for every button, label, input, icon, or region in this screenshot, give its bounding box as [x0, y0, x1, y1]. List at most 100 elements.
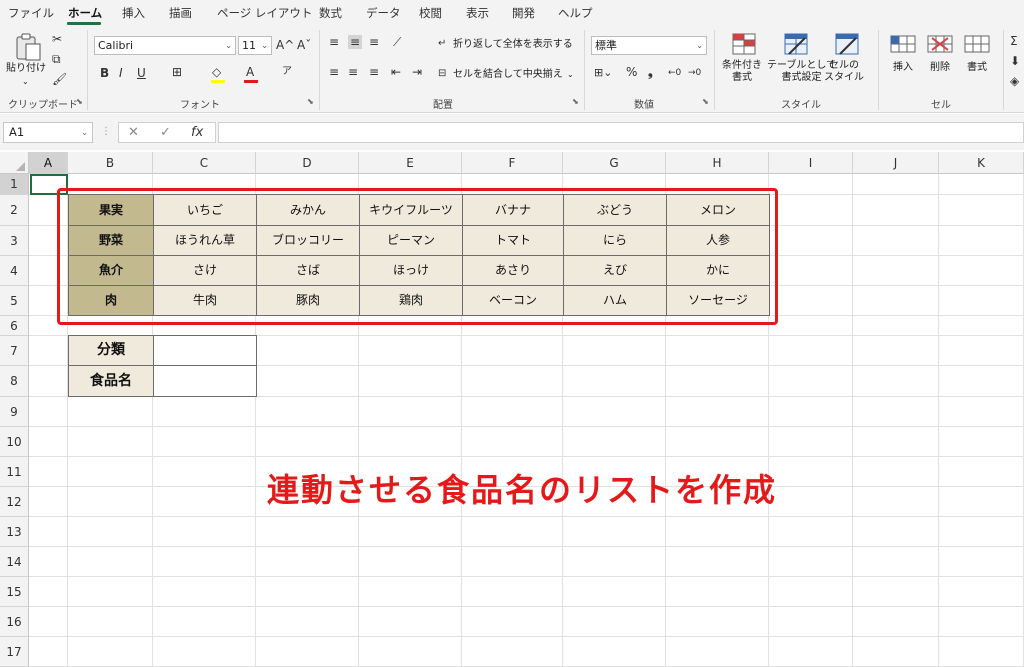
delete-cells-button[interactable]: 削除: [930, 62, 950, 74]
format-painter-icon[interactable]: 🖌: [52, 72, 67, 86]
phonetic-icon[interactable]: ア: [282, 65, 292, 79]
row-header[interactable]: 12: [0, 487, 29, 517]
orientation-icon[interactable]: ⟋: [393, 35, 401, 49]
tab-page-layout[interactable]: ページ レイアウト: [217, 5, 312, 21]
align-right-icon[interactable]: ≡: [369, 65, 379, 79]
paste-button[interactable]: [10, 32, 44, 62]
row-header[interactable]: 9: [0, 397, 29, 427]
column-header[interactable]: F: [462, 152, 563, 174]
classification-input[interactable]: [153, 335, 257, 366]
font-color-icon[interactable]: A: [246, 65, 254, 79]
currency-icon[interactable]: ⊞⌄: [594, 66, 612, 80]
format-cells-icon[interactable]: [963, 32, 991, 56]
column-header[interactable]: A: [29, 152, 68, 174]
alignment-launcher-icon[interactable]: ⬊: [572, 97, 579, 106]
row-header[interactable]: 13: [0, 517, 29, 547]
row-header[interactable]: 16: [0, 607, 29, 637]
comma-button[interactable]: ❟: [648, 65, 653, 79]
row-header[interactable]: 1: [0, 174, 29, 195]
food-name-input[interactable]: [153, 365, 257, 397]
conditional-formatting-button[interactable]: 条件付き 書式: [722, 60, 762, 84]
align-middle-icon[interactable]: ≡: [348, 35, 363, 49]
align-top-icon[interactable]: ≡: [329, 35, 339, 49]
row-header[interactable]: 15: [0, 577, 29, 607]
row-header[interactable]: 5: [0, 286, 29, 316]
tab-review[interactable]: 校閲: [419, 5, 442, 21]
decrease-indent-icon[interactable]: ⇤: [391, 65, 401, 79]
align-left-icon[interactable]: ≡: [329, 65, 339, 79]
increase-decimal-icon[interactable]: ←0: [668, 66, 681, 80]
cut-icon[interactable]: ✂: [52, 32, 62, 46]
row-header[interactable]: 17: [0, 637, 29, 667]
insert-cells-button[interactable]: 挿入: [893, 62, 913, 74]
tab-data[interactable]: データ: [366, 5, 401, 21]
tab-developer[interactable]: 開発: [512, 5, 535, 21]
conditional-formatting-icon[interactable]: [731, 32, 757, 56]
grow-font-button[interactable]: A^: [276, 38, 294, 52]
insert-function-icon[interactable]: fx: [191, 125, 203, 140]
autosum-icon[interactable]: Σ: [1010, 34, 1018, 48]
column-header[interactable]: K: [939, 152, 1024, 174]
borders-icon[interactable]: ⊞: [172, 65, 182, 79]
fill-icon[interactable]: ⬇: [1010, 54, 1020, 68]
copy-icon[interactable]: ⧉: [52, 52, 61, 66]
underline-button[interactable]: U: [137, 66, 146, 80]
font-size-combo[interactable]: 11 ⌄: [238, 36, 272, 55]
font-launcher-icon[interactable]: ⬊: [307, 97, 314, 106]
paste-dropdown-icon[interactable]: ⌄: [22, 76, 29, 88]
align-center-icon[interactable]: ≡: [348, 65, 358, 79]
name-box[interactable]: A1 ⌄: [3, 122, 93, 143]
merge-center-icon[interactable]: ⊟: [438, 67, 446, 81]
tab-formulas[interactable]: 数式: [319, 5, 342, 21]
clipboard-launcher-icon[interactable]: ⬊: [76, 97, 83, 106]
fill-color-icon[interactable]: ◇: [212, 65, 221, 79]
insert-cells-icon[interactable]: [889, 32, 917, 56]
tab-insert[interactable]: 挿入: [122, 5, 145, 21]
tab-file[interactable]: ファイル: [8, 5, 54, 21]
column-header[interactable]: D: [256, 152, 359, 174]
row-header[interactable]: 3: [0, 226, 29, 256]
column-header[interactable]: G: [563, 152, 666, 174]
cancel-icon[interactable]: ✕: [128, 125, 139, 140]
row-header[interactable]: 4: [0, 256, 29, 286]
increase-indent-icon[interactable]: ⇥: [412, 65, 422, 79]
number-launcher-icon[interactable]: ⬊: [702, 97, 709, 106]
tab-view[interactable]: 表示: [466, 5, 489, 21]
chevron-down-icon[interactable]: ⌄: [567, 69, 574, 81]
worksheet-grid[interactable]: A B C D E F G H I J K 1 2 3 4 5 6 7 8 9 10 11 12 13 1…: [0, 152, 1024, 667]
row-header[interactable]: 2: [0, 195, 29, 226]
percent-button[interactable]: %: [626, 65, 637, 79]
wrap-text-button[interactable]: 折り返して全体を表示する: [453, 39, 573, 51]
cell-styles-button[interactable]: セルの スタイル: [824, 60, 864, 84]
column-header[interactable]: I: [769, 152, 853, 174]
merge-center-button[interactable]: セルを結合して中央揃え: [453, 69, 563, 81]
number-format-combo[interactable]: 標準 ⌄: [591, 36, 707, 55]
tab-help[interactable]: ヘルプ: [558, 5, 593, 21]
cell-styles-icon[interactable]: [834, 32, 860, 56]
wrap-text-icon[interactable]: ↵: [438, 37, 446, 51]
column-header[interactable]: J: [853, 152, 939, 174]
select-all-button[interactable]: [0, 152, 29, 174]
classification-label[interactable]: 分類: [68, 335, 154, 366]
column-header[interactable]: B: [68, 152, 153, 174]
clear-icon[interactable]: ◈: [1010, 74, 1019, 88]
tab-draw[interactable]: 描画: [169, 5, 192, 21]
font-name-combo[interactable]: Calibri ⌄: [94, 36, 236, 55]
row-header[interactable]: 6: [0, 316, 29, 336]
align-bottom-icon[interactable]: ≡: [369, 35, 379, 49]
row-header[interactable]: 8: [0, 366, 29, 397]
decrease-decimal-icon[interactable]: →0: [688, 66, 701, 80]
row-header[interactable]: 11: [0, 457, 29, 487]
enter-icon[interactable]: ✓: [160, 125, 171, 140]
column-header[interactable]: H: [666, 152, 769, 174]
format-as-table-icon[interactable]: [783, 32, 809, 56]
shrink-font-button[interactable]: Aˇ: [297, 38, 311, 52]
formula-input[interactable]: [218, 122, 1024, 143]
column-header[interactable]: E: [359, 152, 462, 174]
row-header[interactable]: 14: [0, 547, 29, 577]
delete-cells-icon[interactable]: [926, 32, 954, 56]
row-header[interactable]: 7: [0, 336, 29, 366]
tab-home[interactable]: ホーム: [68, 5, 102, 21]
column-header[interactable]: C: [153, 152, 256, 174]
food-name-label[interactable]: 食品名: [68, 365, 154, 397]
